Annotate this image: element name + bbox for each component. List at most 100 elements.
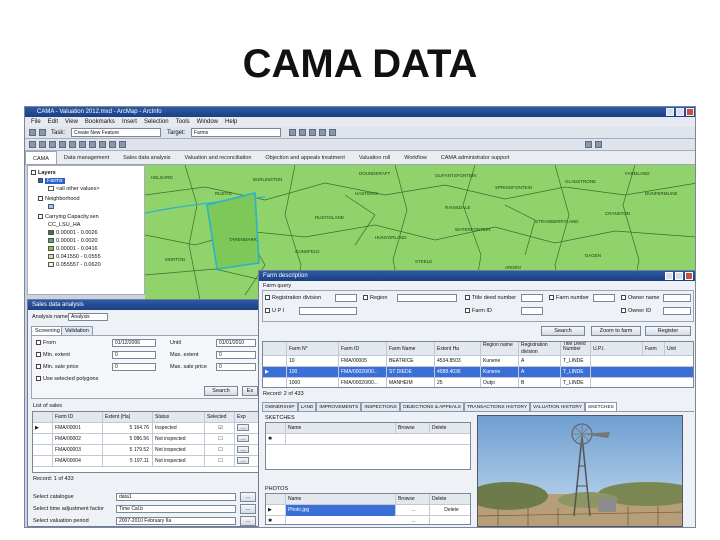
min-extent-field[interactable]: 0 (112, 351, 156, 359)
table-row[interactable]: ✱ (266, 434, 470, 445)
expand-cell[interactable]: ... (235, 423, 259, 434)
tab-objections[interactable]: OBJECTIONS & APPEALS (399, 402, 464, 411)
period-field[interactable]: 2007-2010 February IIa (116, 517, 236, 525)
exit-button[interactable]: Ex (242, 386, 258, 396)
zoom-in-icon[interactable] (29, 141, 36, 148)
table-row[interactable]: FMA/00004 5 197.11 Not inspected ☐ ... (33, 456, 259, 467)
table-row-selected[interactable]: ▶ 100 FMA/00020/00... ST DIEDE 4588.4036… (263, 367, 693, 378)
farm-search-button[interactable]: Search (541, 326, 585, 336)
column-header[interactable]: Name (286, 494, 396, 505)
from-date-field[interactable]: 01/12/2006 (112, 339, 156, 347)
column-header[interactable]: Exp (235, 412, 259, 423)
photo-delete-button[interactable]: Delete (430, 505, 470, 516)
column-header[interactable]: Extent (Ha) (103, 412, 153, 423)
column-header[interactable]: Browse (396, 423, 430, 434)
column-header[interactable]: Status (153, 412, 205, 423)
zoom-icon[interactable] (319, 129, 326, 136)
min-price-field[interactable]: 0 (112, 363, 156, 371)
tab-sales-data-analysis[interactable]: Sales data analysis (116, 151, 177, 164)
split-icon[interactable] (299, 129, 306, 136)
column-header[interactable]: Selected (205, 412, 235, 423)
owner-name-field[interactable] (663, 294, 691, 302)
adjustment-browse-button[interactable]: ... (240, 504, 256, 514)
tab-inspections[interactable]: INSPECTIONS (361, 402, 400, 411)
checkbox-icon[interactable] (38, 196, 43, 202)
sketch-icon[interactable] (39, 129, 46, 136)
checkbox-icon[interactable] (621, 295, 626, 301)
selected-parcel[interactable] (206, 191, 260, 270)
farm-id-field[interactable] (521, 307, 543, 315)
tab-cama[interactable]: CAMA (25, 151, 57, 164)
maximize-icon[interactable] (675, 272, 683, 280)
analysis-name-field[interactable]: Analysis (68, 313, 108, 321)
close-icon[interactable] (686, 108, 694, 116)
settings-icon[interactable] (595, 141, 602, 148)
menu-insert[interactable]: Insert (122, 117, 137, 127)
checkbox-icon[interactable] (38, 214, 43, 220)
rotate-icon[interactable] (309, 129, 316, 136)
table-row[interactable]: 1000 FMA/00020/00... MANHEIM 25 Outjo B … (263, 378, 693, 387)
find-icon[interactable] (109, 141, 116, 148)
adjustment-field[interactable]: Time Cal.b (116, 505, 236, 513)
tab-land[interactable]: LAND (297, 402, 317, 411)
pan-tool-icon[interactable] (49, 141, 56, 148)
until-date-field[interactable]: 01/01/2010 (216, 339, 256, 347)
table-row[interactable]: FMA/00003 5 179.52 Not inspected ☐ ... (33, 445, 259, 456)
close-icon[interactable] (685, 272, 693, 280)
toc-layer-carrying[interactable]: Carrying Capacity.sen (38, 214, 99, 220)
table-row[interactable]: ▶ FMA/00001 5 164.76 Inspected ☑ ... (33, 423, 259, 434)
tab-workflow[interactable]: Workflow (397, 151, 434, 164)
title-deed-field[interactable] (521, 294, 543, 302)
checkbox-icon[interactable] (465, 308, 470, 314)
toc-layer-farms[interactable]: Farms (38, 178, 65, 184)
record-navigator[interactable]: Record: 2 of 433 (263, 391, 304, 397)
column-header[interactable]: Extent Ha (435, 342, 481, 356)
table-row[interactable]: FMA/00002 5 086.56 Not inspected ☐ ... (33, 434, 259, 445)
column-header[interactable]: Delete (430, 423, 470, 434)
checkbox-icon[interactable] (621, 308, 626, 314)
column-header[interactable]: Region name (481, 342, 519, 356)
zoom-out-icon[interactable] (39, 141, 46, 148)
tab-improvements[interactable]: IMPROVEMENTS (316, 402, 362, 411)
column-header[interactable]: Farm ID (53, 412, 103, 423)
minimize-icon[interactable] (665, 272, 673, 280)
region-select[interactable] (397, 294, 457, 302)
photo-browse-button[interactable]: ... (396, 516, 430, 524)
back-extent-icon[interactable] (69, 141, 76, 148)
catalogue-browse-button[interactable]: ... (240, 492, 256, 502)
checkbox-icon[interactable] (36, 340, 41, 346)
photo-name-cell[interactable]: Photo.jpg (286, 505, 396, 516)
selected-checkbox[interactable]: ☐ (205, 456, 235, 467)
period-browse-button[interactable]: ... (240, 516, 256, 526)
layout-icon[interactable] (585, 141, 592, 148)
tab-validation[interactable]: Validation (61, 326, 93, 335)
checkbox-icon[interactable] (36, 352, 41, 358)
registration-division-field[interactable] (335, 294, 357, 302)
max-price-field[interactable]: 0 (216, 363, 256, 371)
tab-data-management[interactable]: Data management (57, 151, 116, 164)
table-row[interactable]: ▶ Photo.jpg ... Delete (266, 505, 470, 516)
column-header[interactable]: Farm ID (339, 342, 387, 356)
checkbox-icon[interactable] (36, 376, 41, 382)
table-row[interactable]: ✱ ... (266, 516, 470, 524)
tab-valuation-roll[interactable]: Valuation roll (352, 151, 397, 164)
column-header[interactable]: Title Deed Number (561, 342, 591, 356)
select-features-icon[interactable] (89, 141, 96, 148)
column-header[interactable]: Farm (643, 342, 665, 356)
column-header[interactable]: Browse (396, 494, 430, 505)
column-header[interactable]: Farm N° (287, 342, 339, 356)
menu-selection[interactable]: Selection (144, 117, 169, 127)
checkbox-icon[interactable] (363, 295, 368, 301)
checkbox-icon[interactable] (549, 295, 554, 301)
forward-extent-icon[interactable] (79, 141, 86, 148)
target-select[interactable]: Farms (191, 128, 281, 137)
expand-cell[interactable]: ... (235, 456, 259, 467)
tab-cama-admin[interactable]: CAMA administrator support (434, 151, 517, 164)
menu-file[interactable]: File (31, 117, 41, 127)
menu-window[interactable]: Window (197, 117, 218, 127)
upi-field[interactable] (299, 307, 357, 315)
tab-valuation[interactable]: Valuation and reconciliation (178, 151, 259, 164)
toc-layers-root[interactable]: Layers (31, 170, 56, 176)
owner-id-field[interactable] (663, 307, 691, 315)
selected-checkbox[interactable]: ☐ (205, 434, 235, 445)
